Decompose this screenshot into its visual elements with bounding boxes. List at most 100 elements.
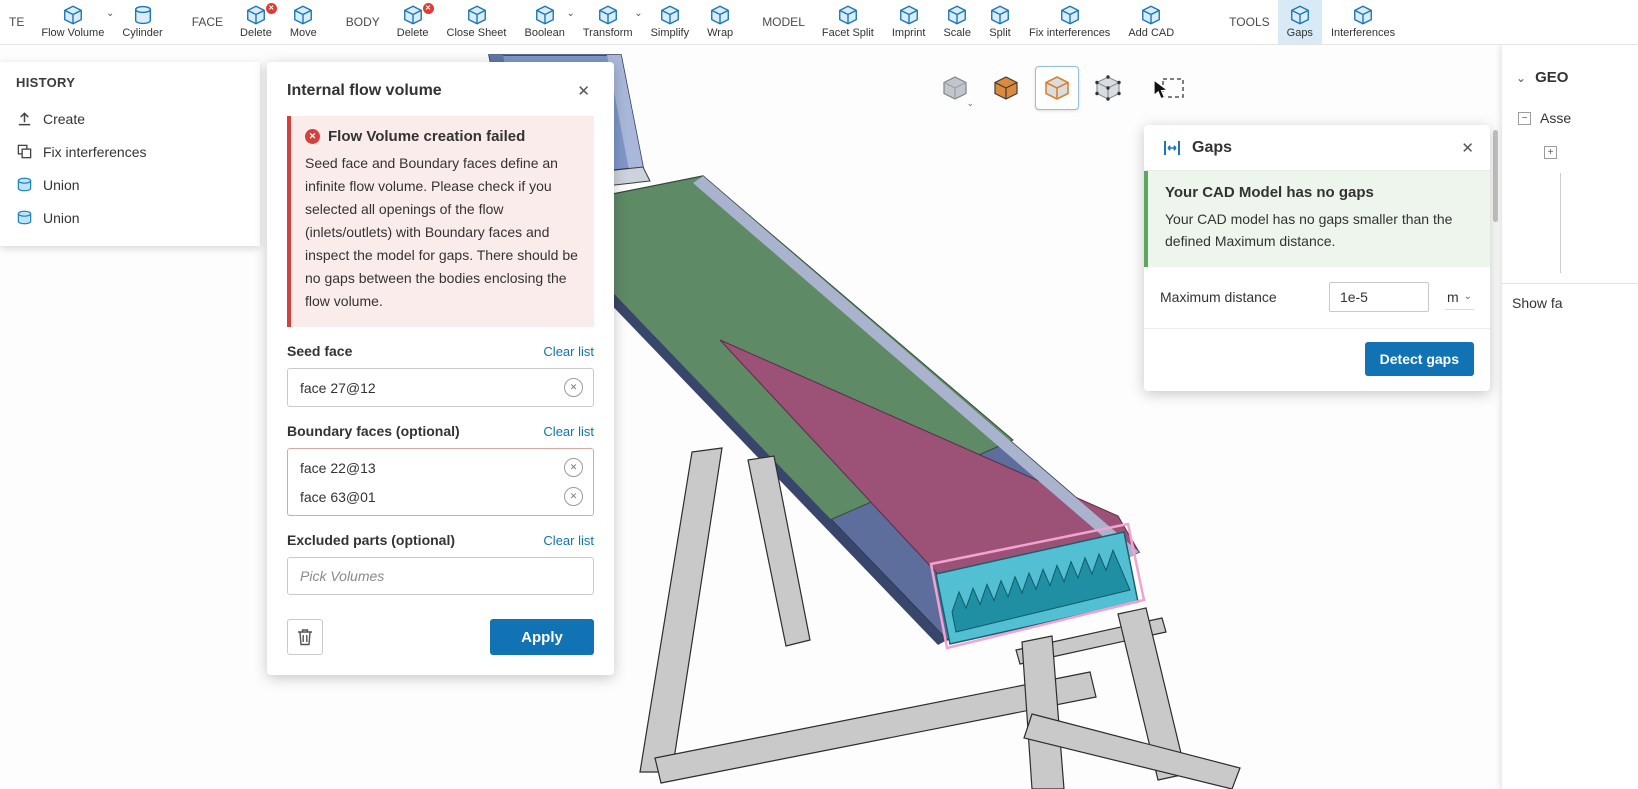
fix-interferences-icon	[17, 144, 32, 159]
toolbar-transform[interactable]: ⌄ Transform	[574, 0, 643, 44]
list-item: face 22@13 ✕	[288, 453, 593, 482]
group-label: MODEL	[762, 15, 805, 29]
view-mode-surfaces-button[interactable]	[984, 66, 1028, 110]
history-item-label: Create	[43, 110, 86, 127]
model-frame-leg	[639, 447, 723, 773]
max-distance-input[interactable]	[1328, 282, 1429, 312]
toolbar-split[interactable]: Split	[980, 0, 1020, 44]
history-title: HISTORY	[16, 75, 76, 90]
group-label: TOOLS	[1229, 15, 1270, 29]
history-item-fix-interferences[interactable]: Fix interferences	[0, 135, 260, 168]
toolbar-imprint[interactable]: Imprint	[883, 0, 935, 44]
toolbar-group-create: TE ⌄ Flow Volume Cylinder	[4, 0, 172, 44]
toolbar-group-body: BODY ✕ Delete Close Sheet ⌄ Boolean ⌄ Trans…	[326, 0, 742, 44]
expand-icon[interactable]: +	[1544, 146, 1557, 159]
history-item-union[interactable]: Union	[0, 168, 260, 201]
toolbar-scale[interactable]: Scale	[934, 0, 980, 44]
delete-button[interactable]	[287, 619, 323, 655]
boundary-faces-list[interactable]: face 22@13 ✕ face 63@01 ✕	[287, 448, 594, 516]
dialog-title: Internal flow volume	[287, 82, 442, 99]
toolbar-group-model: MODEL Facet Split Imprint Scale Split Fi…	[742, 0, 1183, 44]
wrap-icon	[709, 4, 731, 26]
tree-item-assembly[interactable]: − Asse	[1518, 110, 1638, 126]
success-title: Your CAD Model has no gaps	[1165, 184, 1374, 201]
facet-split-icon	[837, 4, 859, 26]
chevron-down-icon[interactable]: ⌄	[1516, 71, 1526, 85]
gaps-icon	[1164, 140, 1180, 155]
scale-icon	[946, 4, 968, 26]
union-icon	[17, 210, 32, 225]
create-icon	[18, 112, 31, 126]
toolbar-cylinder[interactable]: Cylinder	[113, 0, 171, 44]
clear-list-link[interactable]: Clear list	[543, 533, 594, 548]
detect-gaps-button[interactable]: Detect gaps	[1364, 342, 1474, 376]
cylinder-icon	[132, 4, 154, 26]
apply-button[interactable]: Apply	[490, 619, 594, 655]
toolbar-boolean[interactable]: ⌄ Boolean	[515, 0, 575, 44]
toolbar-fix-interferences[interactable]: Fix interferences	[1020, 0, 1119, 44]
success-message: Your CAD Model has no gaps Your CAD mode…	[1144, 171, 1490, 267]
view-mode-vertices-button[interactable]	[1086, 66, 1130, 110]
toolbar-gaps[interactable]: Gaps	[1277, 0, 1322, 44]
chevron-down-icon: ⌄	[966, 98, 974, 108]
remove-icon[interactable]: ✕	[564, 487, 583, 506]
toolbar-simplify[interactable]: Simplify	[642, 0, 699, 44]
toolbar-add-cad[interactable]: Add CAD	[1119, 0, 1183, 44]
clear-list-link[interactable]: Clear list	[543, 424, 594, 439]
surfaces-edges-cube-icon	[1045, 76, 1069, 100]
history-item-label: Union	[43, 176, 80, 193]
unit-select[interactable]: m ⌄	[1444, 285, 1474, 310]
simplify-icon	[659, 4, 681, 26]
clear-list-link[interactable]: Clear list	[543, 344, 594, 359]
toolbar-body-delete[interactable]: ✕ Delete	[388, 0, 438, 44]
interferences-icon	[1352, 4, 1374, 26]
toolbar-face-move[interactable]: Move	[281, 0, 326, 44]
toolbar-close-sheet[interactable]: Close Sheet	[438, 0, 516, 44]
delete-face-icon	[245, 4, 267, 26]
close-sheet-icon	[466, 4, 488, 26]
history-panel: HISTORY Create Fix interferences Union U…	[0, 62, 260, 246]
view-mode-solid-button[interactable]: ⌄	[933, 66, 977, 110]
toolbar-face-delete[interactable]: ✕ Delete	[231, 0, 281, 44]
geometry-tree: − Asse +	[1518, 110, 1638, 159]
face-chip-label: face 63@01	[300, 488, 376, 505]
boundary-faces-label: Boundary faces (optional)	[287, 423, 460, 439]
excluded-parts-label: Excluded parts (optional)	[287, 532, 456, 548]
remove-icon[interactable]: ✕	[564, 458, 583, 477]
toolbar-facet-split[interactable]: Facet Split	[813, 0, 883, 44]
max-distance-label: Maximum distance	[1160, 289, 1277, 305]
panel-scrollbar[interactable]	[1493, 130, 1498, 222]
toolbar-wrap[interactable]: Wrap	[698, 0, 742, 44]
list-item: face 63@01 ✕	[288, 482, 593, 511]
panel-divider	[1502, 283, 1638, 284]
gaps-dialog: Gaps ✕ Your CAD Model has no gaps Your C…	[1144, 125, 1490, 391]
success-body: Your CAD model has no gaps smaller than …	[1165, 211, 1453, 249]
list-item: face 27@12 ✕	[288, 373, 593, 402]
geometry-panel-title: GEO	[1535, 69, 1569, 86]
delete-badge-icon: ✕	[422, 3, 434, 14]
imprint-icon	[898, 4, 920, 26]
close-icon[interactable]: ✕	[1457, 137, 1478, 159]
face-chip-label: face 27@12	[300, 379, 376, 396]
history-item-label: Union	[43, 209, 80, 226]
union-icon	[17, 177, 32, 192]
remove-icon[interactable]: ✕	[564, 378, 583, 397]
seed-face-list[interactable]: face 27@12 ✕	[287, 368, 594, 407]
pick-volumes-input[interactable]	[287, 557, 594, 595]
add-cad-icon	[1140, 4, 1162, 26]
close-icon[interactable]: ✕	[573, 80, 594, 102]
toolbar-group-face: FACE ✕ Delete Move	[172, 0, 326, 44]
error-icon: ✕	[305, 129, 320, 144]
view-mode-surfaces-edges-button[interactable]	[1035, 66, 1079, 110]
collapse-icon[interactable]: −	[1518, 111, 1531, 125]
toolbar-interferences[interactable]: Interferences	[1322, 0, 1404, 44]
tree-item-child[interactable]: +	[1544, 146, 1638, 159]
tree-item-label: Asse	[1540, 110, 1572, 126]
delete-badge-icon: ✕	[265, 3, 277, 14]
history-item-create[interactable]: Create	[0, 102, 260, 135]
toolbar-flow-volume[interactable]: ⌄ Flow Volume	[32, 0, 114, 44]
show-faces-label: Show fa	[1512, 295, 1563, 311]
history-item-union[interactable]: Union	[0, 201, 260, 234]
trash-icon	[298, 629, 312, 646]
flow-volume-icon	[62, 4, 84, 26]
